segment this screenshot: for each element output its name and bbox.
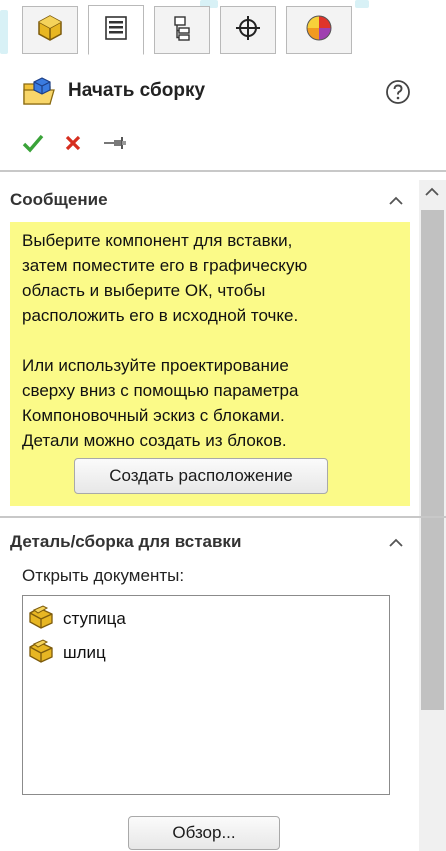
insert-section-title: Деталь/сборка для вставки bbox=[10, 532, 242, 551]
page-title: Начать сборку bbox=[68, 80, 206, 101]
message-line: сверху вниз с помощью параметра bbox=[22, 381, 299, 400]
pushpin-icon bbox=[102, 134, 128, 157]
tab-strip bbox=[0, 0, 446, 58]
list-item[interactable]: шлиц bbox=[27, 638, 277, 668]
message-section-title: Сообщение bbox=[10, 190, 108, 209]
message-collapse-button[interactable] bbox=[385, 193, 407, 211]
message-line: затем поместите его в графическую bbox=[22, 256, 308, 275]
part-icon bbox=[27, 638, 55, 669]
cancel-button[interactable] bbox=[58, 130, 88, 160]
help-icon bbox=[385, 80, 411, 109]
message-line: Или используйте проектирование bbox=[22, 356, 289, 375]
message-line: Выберите компонент для вставки, bbox=[22, 231, 293, 250]
chevron-up-icon bbox=[425, 184, 439, 202]
message-line: расположить его в исходной точке. bbox=[22, 306, 299, 325]
help-button[interactable] bbox=[385, 79, 411, 105]
decorative-accent bbox=[0, 10, 8, 54]
checkmark-icon bbox=[22, 133, 44, 158]
browse-button[interactable]: Обзор... bbox=[128, 816, 280, 850]
dimxpert-icon bbox=[233, 13, 263, 48]
message-line: Детали можно создать из блоков. bbox=[22, 431, 287, 450]
scroll-up-button[interactable] bbox=[422, 184, 442, 202]
property-manager-icon bbox=[101, 13, 131, 48]
part-icon bbox=[27, 604, 55, 635]
tab-configuration-manager[interactable] bbox=[154, 6, 210, 54]
document-name: ступица bbox=[63, 609, 126, 628]
open-documents-label: Открыть документы: bbox=[22, 566, 185, 585]
ok-button[interactable] bbox=[18, 130, 48, 160]
insert-component-icon bbox=[20, 76, 58, 115]
tab-dimxpert[interactable] bbox=[220, 6, 276, 54]
tab-property-manager[interactable] bbox=[88, 5, 144, 55]
feature-manager-icon bbox=[35, 13, 65, 48]
document-name: шлиц bbox=[63, 643, 106, 662]
message-line: Компоновочный эскиз с блоками. bbox=[22, 406, 285, 425]
close-icon bbox=[64, 134, 82, 157]
message-line: область и выберите ОК, чтобы bbox=[22, 281, 266, 300]
configuration-manager-icon bbox=[167, 13, 197, 48]
open-documents-list[interactable]: ступица шлиц bbox=[22, 595, 390, 795]
decorative-accent bbox=[355, 0, 369, 8]
create-layout-button[interactable]: Создать расположение bbox=[74, 458, 328, 494]
section-divider bbox=[0, 516, 446, 518]
list-item[interactable]: ступица bbox=[27, 604, 277, 634]
tab-display-manager[interactable] bbox=[286, 6, 352, 54]
chevron-up-icon bbox=[388, 193, 404, 211]
chevron-up-icon bbox=[388, 535, 404, 553]
header-divider bbox=[0, 170, 446, 172]
pin-button[interactable] bbox=[100, 130, 130, 160]
scrollbar-thumb[interactable] bbox=[421, 210, 444, 710]
tab-feature-manager[interactable] bbox=[22, 6, 78, 54]
insert-collapse-button[interactable] bbox=[385, 535, 407, 553]
display-manager-icon bbox=[304, 13, 334, 48]
